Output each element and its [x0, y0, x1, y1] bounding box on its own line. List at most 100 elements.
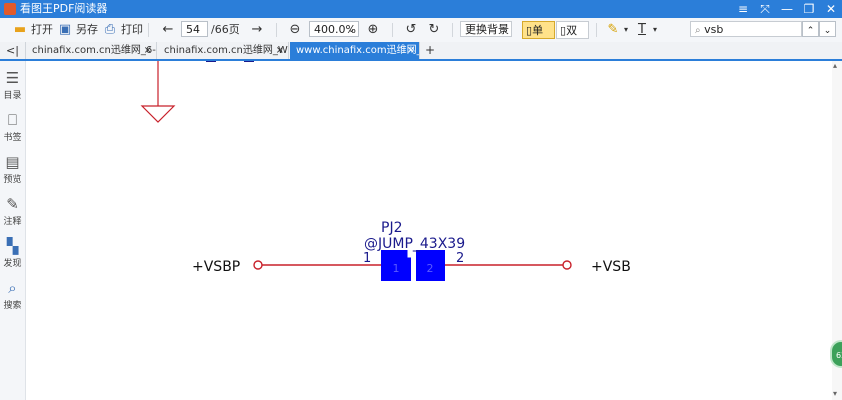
zoom-in-icon: ⊕ [367, 22, 379, 37]
dropdown-arrow-icon: ▾ [653, 25, 658, 34]
tab-label: chinafix.com.cn迅维网_W650S [164, 45, 288, 56]
net-label-right: +VSB [591, 259, 631, 275]
search-input[interactable]: ⌕ vsb [690, 21, 802, 37]
close-button[interactable]: ✕ [820, 1, 842, 17]
print-label: 打印 [121, 23, 143, 36]
terminal-right-icon [562, 260, 572, 270]
text-icon: T [638, 22, 646, 37]
discover-icon: ▚ [6, 237, 19, 255]
annotation-icon: ✎ [6, 195, 19, 213]
terminal-left-icon [253, 260, 263, 270]
pad-1-number: 1 [393, 262, 400, 275]
pad-2-number: 2 [427, 262, 434, 275]
highlight-tool-button[interactable]: ✎ ▾ [605, 21, 628, 39]
zoom-out-icon: ⊖ [289, 22, 301, 37]
toolbar-divider [148, 23, 149, 37]
folder-icon: ▬ [13, 22, 27, 37]
toc-icon: ☰ [5, 69, 20, 87]
saveas-button[interactable]: ▣ 另存 [57, 21, 98, 39]
sidebar-item-label: 预览 [3, 175, 22, 185]
close-tab-icon[interactable]: × [407, 42, 415, 59]
bookmark-icon: ⎕ [7, 111, 17, 129]
fullscreen-icon[interactable]: ⤧ [754, 1, 776, 17]
search-icon: ⌕ [8, 279, 17, 297]
sidebar-item-preview[interactable]: ▤ 预览 [0, 153, 25, 185]
tab-label: www.chinafix.com迅维网_联想 [296, 45, 419, 56]
print-button[interactable]: ⎙ 打印 [102, 21, 143, 39]
pin-2-label: 2 [456, 251, 464, 266]
next-page-button[interactable]: → [249, 21, 268, 39]
schematic-page: 1 2 PJ2 @JUMP_43X39 1 2 +VSBP +VSB [140, 61, 631, 281]
ground-symbol-icon [140, 105, 176, 123]
minimize-button[interactable]: — [776, 1, 798, 17]
scroll-up-icon[interactable]: ▴ [833, 61, 837, 70]
document-tab-bar: <| chinafix.com.cn迅维网_6-71-W × chinafix.… [0, 42, 842, 61]
scroll-down-icon[interactable]: ▾ [833, 389, 837, 398]
close-tab-icon[interactable]: × [144, 42, 152, 59]
page-total: /66页 [211, 23, 240, 36]
sidebar-item-bookmark[interactable]: ⎕ 书签 [0, 111, 25, 143]
rotate-left-button[interactable]: ↺ [403, 21, 422, 39]
rotate-right-icon: ↻ [428, 22, 440, 37]
new-tab-button[interactable]: + [421, 42, 439, 59]
search-icon: ⌕ [695, 25, 701, 36]
zoom-select[interactable]: 400.0% ⌄ [309, 21, 359, 37]
toolbar-divider [596, 23, 597, 37]
arrow-left-icon: ← [162, 22, 174, 37]
pin-1-label: 1 [363, 251, 371, 266]
open-label: 打开 [31, 23, 53, 36]
tab-document-1[interactable]: chinafix.com.cn迅维网_6-71-W × [26, 42, 157, 59]
search-value: vsb [704, 23, 724, 36]
dropdown-arrow-icon: ▾ [624, 25, 629, 34]
page-number-input[interactable]: 54 [181, 21, 208, 37]
text-tool-button[interactable]: T ▾ [634, 21, 657, 39]
close-tab-icon[interactable]: × [276, 42, 284, 59]
window-title: 看图王PDF阅读器 [20, 2, 108, 15]
chevron-up-icon: ⌃ [806, 26, 815, 36]
title-bar: 看图王PDF阅读器 ≡ ⤧ — ❐ ✕ [0, 0, 842, 18]
preview-icon: ▤ [5, 153, 20, 171]
saveas-label: 另存 [76, 23, 98, 36]
toolbar-divider [392, 23, 393, 37]
zoom-out-button[interactable]: ⊖ [287, 21, 306, 39]
part-value: @JUMP_43X39 [364, 236, 465, 252]
tab-label: chinafix.com.cn迅维网_6-71-W [32, 45, 156, 56]
open-button[interactable]: ▬ 打开 [12, 21, 53, 39]
save-icon: ▣ [58, 22, 72, 37]
sidebar-item-search[interactable]: ⌕ 搜索 [0, 279, 25, 311]
chevron-down-icon: ⌄ [823, 26, 832, 36]
rotate-left-icon: ↺ [405, 22, 417, 37]
toolbar-divider [452, 23, 453, 37]
sidebar-item-toc[interactable]: ☰ 目录 [0, 69, 25, 101]
prev-page-button[interactable]: ← [160, 21, 179, 39]
chevron-down-icon: ⌄ [347, 25, 355, 35]
zoom-in-button[interactable]: ⊕ [365, 21, 384, 39]
reference-designator: PJ2 [381, 220, 402, 236]
highlighter-icon: ✎ [607, 22, 619, 37]
rotate-right-button[interactable]: ↻ [426, 21, 445, 39]
toolbar-divider [276, 23, 277, 37]
double-page-toggle[interactable]: ▯双页 [556, 21, 589, 55]
search-next-button[interactable]: ⌄ [819, 21, 836, 37]
floating-badge[interactable]: 62 [830, 340, 842, 368]
sidebar-item-label: 搜索 [3, 301, 22, 311]
document-viewer[interactable]: 1 2 PJ2 @JUMP_43X39 1 2 +VSBP +VSB [26, 61, 832, 400]
menu-icon[interactable]: ≡ [732, 1, 754, 17]
sidebar-collapse-button[interactable]: <| [0, 42, 26, 59]
printer-icon: ⎙ [104, 22, 116, 37]
net-label-left: +VSBP [192, 259, 240, 275]
tab-document-3[interactable]: www.chinafix.com迅维网_联想 × [290, 42, 420, 59]
single-page-toggle[interactable]: ▯单页 [522, 21, 555, 55]
app-logo-icon [4, 3, 16, 15]
tab-document-2[interactable]: chinafix.com.cn迅维网_W650S × [158, 42, 289, 59]
sidebar-item-label: 书签 [3, 133, 22, 143]
sidebar-item-label: 注释 [3, 217, 22, 227]
background-select[interactable]: 更换背景 ⌄ [460, 21, 512, 37]
restore-button[interactable]: ❐ [798, 1, 820, 17]
main-toolbar: ▬ 打开 ▣ 另存 ⎙ 打印 ← 54 /66页 → ⊖ 400.0% ⌄ ⊕ … [0, 18, 842, 55]
sidebar-item-annotation[interactable]: ✎ 注释 [0, 195, 25, 227]
arrow-right-icon: → [251, 22, 263, 37]
chevron-down-icon: ⌄ [501, 25, 509, 35]
search-prev-button[interactable]: ⌃ [802, 21, 819, 37]
sidebar-item-discover[interactable]: ▚ 发现 [0, 237, 25, 269]
